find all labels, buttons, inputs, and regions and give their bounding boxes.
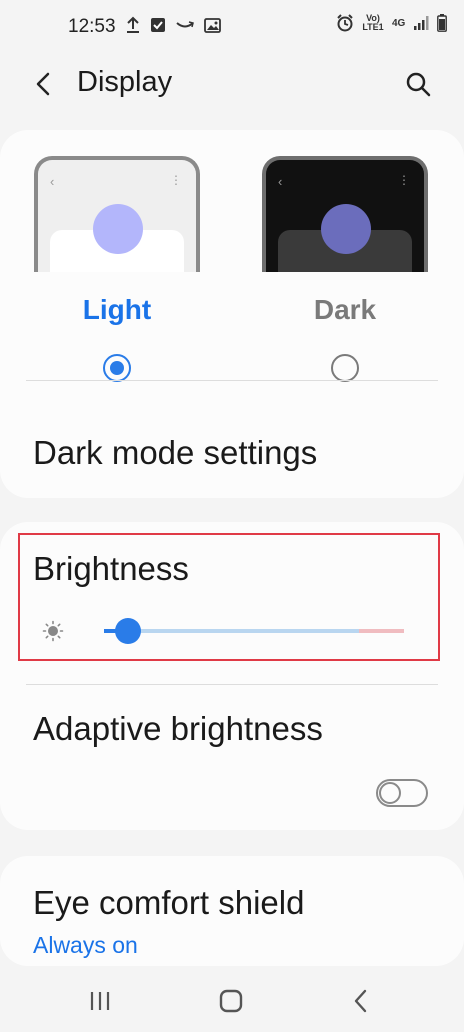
recent-apps-icon	[90, 992, 110, 1010]
eye-comfort-card[interactable]: Eye comfort shield Always on	[0, 856, 464, 966]
preview-more-icon: ⋮	[398, 173, 410, 187]
preview-more-icon: ⋮	[170, 173, 182, 187]
divider	[26, 684, 438, 685]
check-box-icon	[151, 18, 165, 32]
adaptive-brightness-label[interactable]: Adaptive brightness	[33, 710, 323, 748]
home-icon	[219, 989, 243, 1013]
dark-label: Dark	[313, 294, 377, 325]
divider	[26, 380, 438, 381]
light-label: Light	[82, 294, 152, 325]
navigation-bar	[0, 970, 464, 1032]
light-theme-preview[interactable]: ‹ ⋮	[34, 156, 200, 272]
dark-theme-preview[interactable]: ‹ ⋮	[262, 156, 428, 272]
search-button[interactable]	[398, 64, 438, 104]
light-radio[interactable]	[103, 354, 131, 382]
eye-comfort-shield-value: Always on	[33, 932, 138, 958]
home-button[interactable]	[213, 984, 249, 1020]
preview-back-icon: ‹	[50, 174, 55, 189]
volte-icon: Vo) LTE1	[362, 13, 384, 32]
battery-icon	[437, 14, 448, 32]
status-system-icons: Vo) LTE1 4G	[336, 13, 448, 32]
status-notification-icons	[126, 16, 221, 34]
eye-comfort-shield-title: Eye comfort shield	[33, 884, 305, 921]
adaptive-brightness-toggle[interactable]	[376, 779, 428, 807]
upload-icon	[127, 16, 139, 33]
highlight-box	[18, 533, 440, 661]
toggle-knob	[379, 782, 401, 804]
image-icon	[204, 17, 221, 33]
nav-back-icon	[354, 989, 367, 1013]
app-bar: Display	[0, 56, 464, 112]
back-arrow-icon	[36, 72, 50, 96]
amazon-icon	[176, 21, 194, 28]
dark-mode-settings-item[interactable]: Dark mode settings	[33, 434, 317, 472]
recent-apps-button[interactable]	[82, 984, 118, 1020]
preview-back-icon: ‹	[278, 174, 283, 189]
search-icon	[406, 72, 431, 97]
theme-card: ‹ ⋮ Light ‹ ⋮ Dark Dark mode settings	[0, 130, 464, 498]
4g-icon: 4G	[392, 17, 406, 29]
signal-icon	[414, 16, 429, 30]
preview-circle	[321, 204, 371, 254]
dark-radio[interactable]	[331, 354, 359, 382]
status-bar: 12:53 Vo) LTE1 4G	[0, 0, 464, 56]
nav-back-button[interactable]	[343, 984, 379, 1020]
back-button[interactable]	[26, 64, 66, 104]
alarm-icon	[337, 14, 353, 32]
status-time: 12:53	[68, 16, 116, 37]
page-title: Display	[77, 66, 173, 98]
preview-circle	[93, 204, 143, 254]
